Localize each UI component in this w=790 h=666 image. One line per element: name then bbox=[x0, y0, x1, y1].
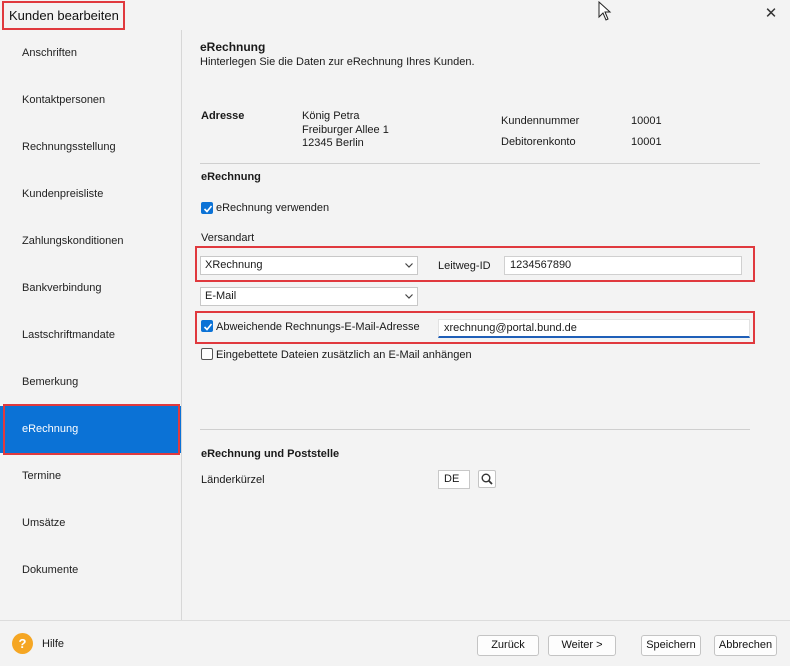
checkmark-icon bbox=[203, 323, 213, 331]
poststelle-section-title: eRechnung und Poststelle bbox=[201, 448, 340, 460]
search-icon bbox=[481, 473, 493, 485]
debtor-account-value: 10001 bbox=[631, 136, 662, 148]
sidebar-item-umsaetze[interactable]: Umsätze bbox=[0, 500, 181, 547]
customer-number-value: 10001 bbox=[631, 115, 662, 127]
address-name: König Petra bbox=[302, 110, 360, 122]
sidebar-item-erechnung[interactable]: eRechnung bbox=[0, 406, 181, 453]
divider-top bbox=[200, 163, 760, 164]
sidebar-item-kundenpreisliste[interactable]: Kundenpreisliste bbox=[0, 171, 181, 218]
attach-files-label[interactable]: Eingebettete Dateien zusätzlich an E-Mai… bbox=[216, 349, 472, 361]
alt-email-checkbox[interactable] bbox=[201, 320, 213, 332]
alt-email-input[interactable]: xrechnung@portal.bund.de bbox=[438, 319, 750, 338]
page-subtitle: Hinterlegen Sie die Daten zur eRechnung … bbox=[200, 56, 475, 68]
sidebar-item-anschriften[interactable]: Anschriften bbox=[0, 30, 181, 77]
sidebar-item-bankverbindung[interactable]: Bankverbindung bbox=[0, 265, 181, 312]
sidebar-item-bemerkung[interactable]: Bemerkung bbox=[0, 359, 181, 406]
leitweg-id-label: Leitweg-ID bbox=[438, 260, 491, 272]
mouse-cursor-icon bbox=[598, 1, 612, 21]
help-icon[interactable]: ? bbox=[12, 633, 33, 654]
footer-bar: ? Hilfe Zurück Weiter > Speichern Abbrec… bbox=[0, 620, 790, 666]
save-button[interactable]: Speichern bbox=[641, 635, 701, 656]
erechnung-section-title: eRechnung bbox=[201, 171, 261, 183]
address-street: Freiburger Allee 1 bbox=[302, 124, 389, 136]
sidebar-item-termine[interactable]: Termine bbox=[0, 453, 181, 500]
format-select-value: XRechnung bbox=[205, 259, 263, 271]
divider-bottom bbox=[200, 429, 750, 430]
help-label[interactable]: Hilfe bbox=[42, 638, 64, 650]
address-city: 12345 Berlin bbox=[302, 137, 364, 149]
sidebar-item-rechnungsstellung[interactable]: Rechnungsstellung bbox=[0, 124, 181, 171]
sidebar-item-kontaktpersonen[interactable]: Kontaktpersonen bbox=[0, 77, 181, 124]
sidebar-nav: Anschriften Kontaktpersonen Rechnungsste… bbox=[0, 30, 182, 620]
country-code-label: Länderkürzel bbox=[201, 474, 265, 486]
leitweg-id-input[interactable]: 1234567890 bbox=[504, 256, 742, 275]
country-code-input[interactable]: DE bbox=[438, 470, 470, 489]
shipping-method-label: Versandart bbox=[201, 232, 255, 244]
country-search-button[interactable] bbox=[478, 470, 496, 488]
debtor-account-label: Debitorenkonto bbox=[501, 136, 576, 148]
customer-number-label: Kundennummer bbox=[501, 115, 580, 127]
chevron-down-icon bbox=[405, 263, 413, 268]
title-bar: Kunden bearbeiten ✕ bbox=[0, 0, 790, 30]
back-button[interactable]: Zurück bbox=[477, 635, 539, 656]
attach-files-checkbox[interactable] bbox=[201, 348, 213, 360]
checkmark-icon bbox=[203, 205, 213, 213]
chevron-down-icon bbox=[405, 294, 413, 299]
channel-select[interactable]: E-Mail bbox=[200, 287, 418, 306]
page-title: eRechnung bbox=[200, 40, 266, 54]
sidebar-item-dokumente[interactable]: Dokumente bbox=[0, 547, 181, 594]
channel-select-value: E-Mail bbox=[205, 290, 237, 302]
sidebar-item-lastschriftmandate[interactable]: Lastschriftmandate bbox=[0, 312, 181, 359]
cancel-button[interactable]: Abbrechen bbox=[714, 635, 777, 656]
format-select[interactable]: XRechnung bbox=[200, 256, 418, 275]
alt-email-label[interactable]: Abweichende Rechnungs-E-Mail-Adresse bbox=[216, 321, 420, 333]
address-label: Adresse bbox=[201, 110, 245, 122]
use-erechnung-checkbox[interactable] bbox=[201, 202, 213, 214]
use-erechnung-label[interactable]: eRechnung verwenden bbox=[216, 202, 329, 214]
main-panel: eRechnung Hinterlegen Sie die Daten zur … bbox=[182, 30, 790, 620]
sidebar-item-zahlungskonditionen[interactable]: Zahlungskonditionen bbox=[0, 218, 181, 265]
window-title: Kunden bearbeiten bbox=[9, 8, 119, 23]
close-icon[interactable]: ✕ bbox=[760, 4, 782, 24]
next-button[interactable]: Weiter > bbox=[548, 635, 616, 656]
